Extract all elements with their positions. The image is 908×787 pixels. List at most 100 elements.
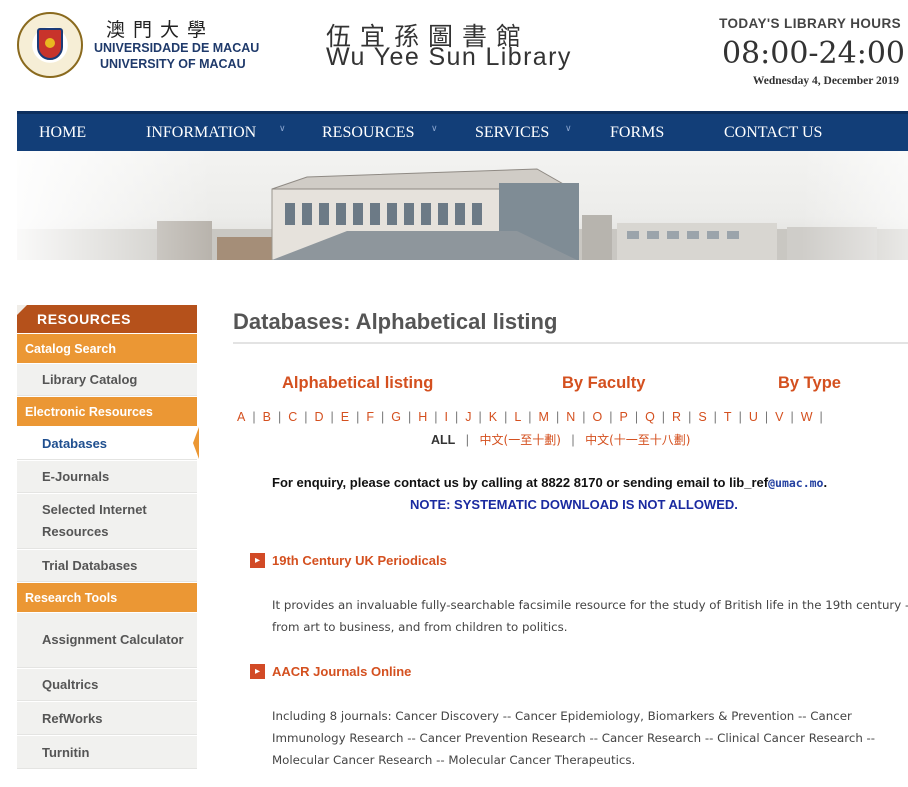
tab-alphabetical-listing[interactable]: Alphabetical listing xyxy=(282,374,433,393)
index-letter-m[interactable]: M xyxy=(539,410,549,424)
index-letter-g[interactable]: G xyxy=(391,410,401,424)
university-seal-icon[interactable] xyxy=(17,12,83,78)
index-separator: | xyxy=(304,410,308,424)
sidebar-item-trial-databases[interactable]: Trial Databases xyxy=(17,549,197,582)
sidebar-group-catalog-search[interactable]: Catalog Search xyxy=(17,333,197,363)
index-letter-q[interactable]: Q xyxy=(645,410,655,424)
sidebar-item-qualtrics[interactable]: Qualtrics xyxy=(17,668,197,701)
library-building-banner xyxy=(17,151,908,260)
alphabet-index: A | B | C | D | E | F | G | H | I | J | K | L | M | N | O | P | Q | R | S | T |… xyxy=(237,410,908,424)
sidebar-item-databases[interactable]: Databases xyxy=(17,426,197,460)
title-divider xyxy=(233,342,908,344)
sidebar-group-research-tools[interactable]: Research Tools xyxy=(17,582,197,612)
index-letter-d[interactable]: D xyxy=(314,410,323,424)
index-letter-e[interactable]: E xyxy=(341,410,349,424)
index-separator: | xyxy=(790,410,794,424)
index-separator: | xyxy=(504,410,508,424)
index-separator: | xyxy=(528,410,532,424)
enquiry-email-link[interactable]: @umac.mo xyxy=(768,476,823,490)
index-letter-l[interactable]: L xyxy=(514,410,521,424)
index-letter-k[interactable]: K xyxy=(489,410,497,424)
index-letter-j[interactable]: J xyxy=(465,410,471,424)
index-separator: | xyxy=(478,410,482,424)
nav-information[interactable]: INFORMATION xyxy=(146,114,256,151)
index-separator: | xyxy=(407,410,412,424)
sidebar-item-library-catalog[interactable]: Library Catalog xyxy=(17,363,197,396)
page-title: Databases: Alphabetical listing xyxy=(233,309,558,334)
nav-forms[interactable]: FORMS xyxy=(610,114,664,151)
index-letter-a[interactable]: A xyxy=(237,410,245,424)
library-hours-title: TODAY'S LIBRARY HOURS xyxy=(719,16,901,31)
index-letter-r[interactable]: R xyxy=(672,410,681,424)
index-separator: | xyxy=(380,410,385,424)
index-letter-s[interactable]: S xyxy=(698,410,706,424)
index-letter-i[interactable]: I xyxy=(445,410,448,424)
site-header: 澳門大學 UNIVERSIDADE DE MACAU UNIVERSITY OF… xyxy=(0,0,908,110)
database-link-aacr-journals-online[interactable]: AACR Journals Online xyxy=(272,664,411,679)
sidebar-item-e-journals[interactable]: E-Journals xyxy=(17,460,197,493)
index-separator: | xyxy=(277,410,282,424)
index-letter-o[interactable]: O xyxy=(592,410,602,424)
tab-by-type[interactable]: By Type xyxy=(778,374,841,393)
index-separator: | xyxy=(356,410,360,424)
index-chinese-range-2[interactable]: 中文(十一至十八劃) xyxy=(585,433,690,447)
resources-sidebar: RESOURCES Catalog Search Library Catalog… xyxy=(17,305,197,769)
index-chinese-range-1[interactable]: 中文(一至十劃) xyxy=(480,433,561,447)
nav-services[interactable]: SERVICES xyxy=(475,114,549,151)
index-separator: | xyxy=(454,410,459,424)
sidebar-item-turnitin[interactable]: Turnitin xyxy=(17,735,197,769)
index-letter-t[interactable]: T xyxy=(724,410,732,424)
library-hours-date: Wednesday 4, December 2019 xyxy=(752,75,899,87)
index-separator: | xyxy=(661,410,666,424)
sidebar-item-assignment-calculator[interactable]: Assignment Calculator xyxy=(17,612,197,668)
sidebar-item-selected-internet-resources[interactable]: Selected Internet Resources xyxy=(17,493,197,549)
university-name-english[interactable]: UNIVERSITY OF MACAU xyxy=(100,57,246,71)
university-name-portuguese[interactable]: UNIVERSIDADE DE MACAU xyxy=(94,41,259,55)
bullet-arrow-icon: ▸ xyxy=(250,553,265,568)
index-letter-p[interactable]: P xyxy=(619,410,627,424)
chevron-down-icon: ∨ xyxy=(431,124,438,134)
bullet-arrow-icon: ▸ xyxy=(250,664,265,679)
database-description: It provides an invaluable fully-searchab… xyxy=(272,598,908,634)
nav-contact-us[interactable]: CONTACT US xyxy=(724,114,822,151)
index-letter-c[interactable]: C xyxy=(288,410,297,424)
index-separator: | xyxy=(609,410,613,424)
sidebar-item-refworks[interactable]: RefWorks xyxy=(17,701,197,735)
index-separator: | xyxy=(713,410,717,424)
index-separator: | xyxy=(738,410,742,424)
index-letter-b[interactable]: B xyxy=(263,410,271,424)
main-navigation: HOME INFORMATION ∨ RESOURCES ∨ SERVICES … xyxy=(17,111,908,151)
sidebar-heading: RESOURCES xyxy=(17,305,197,333)
index-separator: | xyxy=(634,410,639,424)
enquiry-text: For enquiry, please contact us by callin… xyxy=(272,475,769,490)
database-entry-header: ▸ 19th Century UK Periodicals xyxy=(250,553,447,568)
index-separator: | xyxy=(465,433,470,447)
index-separator: | xyxy=(582,410,586,424)
nav-resources[interactable]: RESOURCES xyxy=(322,114,414,151)
nav-home[interactable]: HOME xyxy=(39,114,86,151)
index-letter-h[interactable]: H xyxy=(418,410,427,424)
index-letter-u[interactable]: U xyxy=(749,410,758,424)
index-letter-w[interactable]: W xyxy=(801,410,813,424)
chevron-down-icon: ∨ xyxy=(279,124,286,134)
database-link-19th-century-uk-periodicals[interactable]: 19th Century UK Periodicals xyxy=(272,553,447,568)
index-separator: | xyxy=(819,410,823,424)
tab-by-faculty[interactable]: By Faculty xyxy=(562,374,645,393)
university-name-chinese[interactable]: 澳門大學 xyxy=(106,15,214,42)
database-description: Including 8 journals: Cancer Discovery -… xyxy=(272,709,876,767)
index-letter-f[interactable]: F xyxy=(366,410,374,424)
library-hours-time: 08:00-24:00 xyxy=(721,36,905,71)
index-letter-v[interactable]: V xyxy=(775,410,783,424)
index-separator: | xyxy=(688,410,692,424)
index-all-link[interactable]: ALL xyxy=(431,433,455,447)
sidebar-group-electronic-resources[interactable]: Electronic Resources xyxy=(17,396,197,426)
chevron-down-icon: ∨ xyxy=(565,124,572,134)
enquiry-end: . xyxy=(823,475,828,490)
index-letter-n[interactable]: N xyxy=(566,410,575,424)
enquiry-notice: For enquiry, please contact us by callin… xyxy=(272,475,827,490)
index-separator: | xyxy=(555,410,560,424)
index-separator: | xyxy=(571,433,575,447)
library-name-english[interactable]: Wu Yee Sun Library xyxy=(326,43,572,72)
index-separator: | xyxy=(252,410,256,424)
index-extra-links: ALL | 中文(一至十劃) | 中文(十一至十八劃) xyxy=(431,431,691,448)
